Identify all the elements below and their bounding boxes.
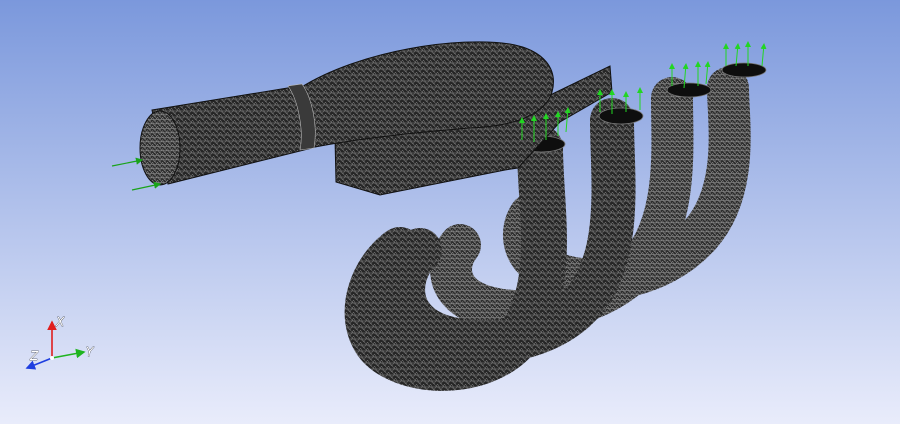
- inlet-face: [139, 110, 181, 186]
- outlet-3: [666, 82, 712, 98]
- x-axis-label: X: [55, 315, 65, 329]
- mesh-scene[interactable]: X Y Z: [0, 0, 900, 424]
- outlet-2: [598, 107, 644, 125]
- triad-origin: [50, 356, 54, 360]
- graphics-viewport[interactable]: X Y Z: [0, 0, 900, 424]
- z-axis-label: Z: [29, 349, 39, 363]
- outlet-4: [721, 62, 767, 78]
